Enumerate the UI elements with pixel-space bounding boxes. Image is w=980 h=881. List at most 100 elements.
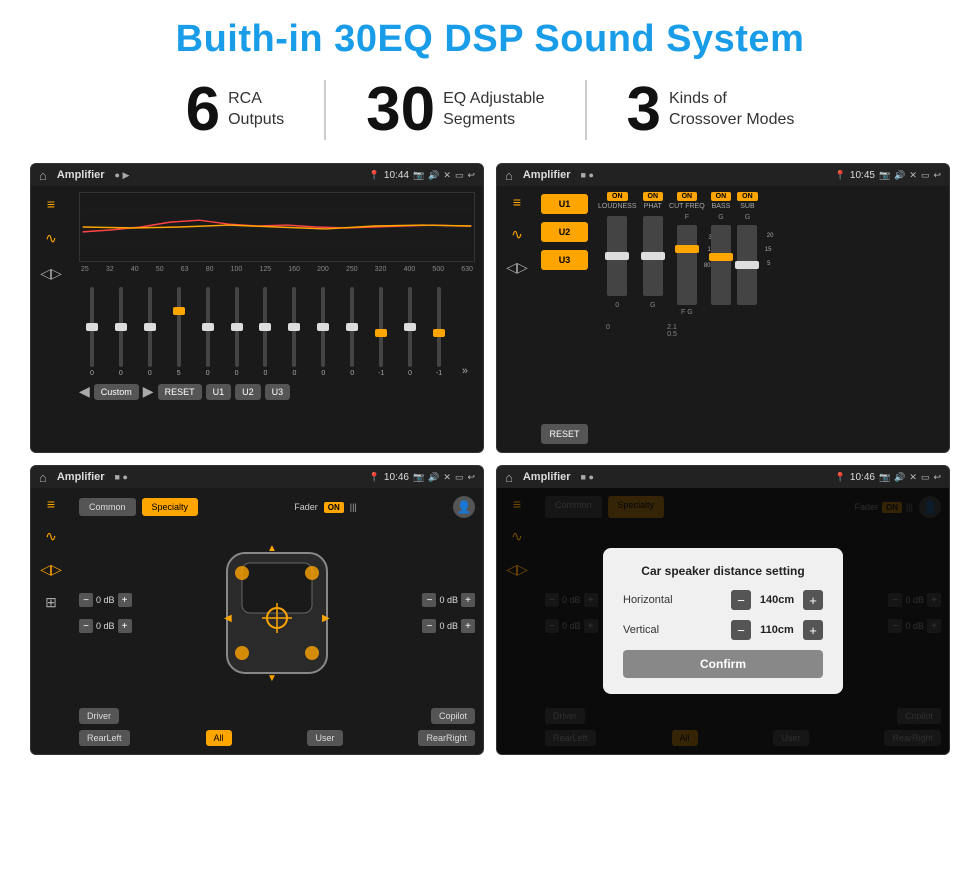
vertical-minus-btn[interactable]: −: [731, 620, 751, 640]
amp-reset-btn[interactable]: RESET: [541, 424, 588, 444]
rearleft-btn[interactable]: RearLeft: [79, 730, 130, 746]
wave-icon[interactable]: ∿: [45, 230, 57, 247]
eq-slider-5[interactable]: 0: [195, 287, 221, 377]
dialog-vertical-label: Vertical: [623, 624, 659, 636]
screenshots-grid: ⌂ Amplifier ● ▶ 📍 10:44 📷 🔊 ✕ ▭ ↩ ≡ ∿ ◁▷: [30, 163, 950, 755]
stat-crossover-number: 3: [627, 79, 661, 141]
screen-eq: ⌂ Amplifier ● ▶ 📍 10:44 📷 🔊 ✕ ▭ ↩ ≡ ∿ ◁▷: [30, 163, 484, 453]
vol-rl-plus[interactable]: +: [118, 619, 132, 633]
eq-slider-8[interactable]: 0: [281, 287, 307, 377]
amp-u3-btn[interactable]: U3: [541, 250, 588, 270]
eq-u3-btn[interactable]: U3: [265, 384, 291, 400]
user-btn[interactable]: User: [307, 730, 342, 746]
eq-slider-3[interactable]: 0: [137, 287, 163, 377]
amp-wave-icon[interactable]: ∿: [511, 226, 523, 243]
screen1-title: Amplifier: [57, 169, 105, 181]
cutfreq-on-badge[interactable]: ON: [677, 192, 698, 201]
eq-slider-9[interactable]: 0: [310, 287, 336, 377]
screen2-title: Amplifier: [523, 169, 571, 181]
amp-u2-btn[interactable]: U2: [541, 222, 588, 242]
home-icon: ⌂: [39, 168, 47, 183]
stat-rca: 6 RCAOutputs: [146, 79, 325, 141]
vol-rl-val: 0 dB: [96, 621, 115, 631]
knob-bass: ON BASS G 3.0 90Hz 70Hz: [711, 192, 732, 316]
spec-eq-icon[interactable]: ≡: [47, 496, 55, 512]
stat-eq-label: EQ AdjustableSegments: [443, 89, 544, 131]
amp-eq-icon[interactable]: ≡: [513, 194, 521, 210]
eq-freq-labels: 253240 506380 100125160 200250320 400500…: [79, 266, 475, 273]
tab-common[interactable]: Common: [79, 498, 136, 516]
prev-icon[interactable]: ◀: [79, 383, 90, 400]
eq-icon[interactable]: ≡: [47, 196, 55, 212]
screen2-back-icon: ↩: [933, 170, 941, 181]
vol-rr-minus[interactable]: −: [422, 619, 436, 633]
profile-icon[interactable]: 👤: [453, 496, 475, 518]
screen3-close-icon: ✕: [443, 472, 451, 483]
eq-reset-btn[interactable]: RESET: [158, 384, 202, 400]
tab-specialty[interactable]: Specialty: [142, 498, 199, 516]
eq-slider-13[interactable]: -1: [426, 287, 452, 377]
driver-btn[interactable]: Driver: [79, 708, 119, 724]
amp-spk-icon[interactable]: ◁▷: [506, 259, 528, 276]
play-icon[interactable]: ▶: [143, 383, 154, 400]
eq-slider-2[interactable]: 0: [108, 287, 134, 377]
right-vol-controls: − 0 dB + − 0 dB +: [422, 593, 475, 633]
vol-rr-plus[interactable]: +: [461, 619, 475, 633]
vertical-plus-btn[interactable]: +: [803, 620, 823, 640]
confirm-btn[interactable]: Confirm: [623, 650, 823, 678]
eq-slider-10[interactable]: 0: [339, 287, 365, 377]
vol-fr-plus[interactable]: +: [461, 593, 475, 607]
bass-label: BASS: [712, 203, 731, 210]
window-icon: ▭: [455, 170, 464, 181]
all-btn[interactable]: All: [206, 730, 232, 746]
screen2-statusbar: ⌂ Amplifier ■ ● 📍 10:45 📷 🔊 ✕ ▭ ↩: [497, 164, 949, 186]
screen4-body: ≡ ∿ ◁▷ Common Specialty Fader ON |||: [497, 488, 949, 754]
volume-icon: 🔊: [428, 170, 439, 181]
screen3-title: Amplifier: [57, 471, 105, 483]
left-vol-controls: − 0 dB + − 0 dB +: [79, 593, 132, 633]
phat-on-badge[interactable]: ON: [643, 192, 664, 201]
vol-fl-minus[interactable]: −: [79, 593, 93, 607]
screen4-back-icon: ↩: [933, 472, 941, 483]
stats-row: 6 RCAOutputs 30 EQ AdjustableSegments 3 …: [30, 79, 950, 141]
spec-expand-icon[interactable]: ⊞: [45, 594, 57, 611]
eq-slider-1[interactable]: 0: [79, 287, 105, 377]
eq-slider-6[interactable]: 0: [224, 287, 250, 377]
screen4-home-icon: ⌂: [505, 470, 513, 485]
spec-bottom-row1: Driver Copilot: [79, 708, 475, 724]
speaker-icon[interactable]: ◁▷: [40, 265, 62, 282]
screen4-close-icon: ✕: [909, 472, 917, 483]
eq-slider-11[interactable]: -1: [368, 287, 394, 377]
screen4-dots: ■ ●: [581, 472, 594, 482]
fader-on-badge[interactable]: ON: [324, 502, 344, 513]
screen1-body: ≡ ∿ ◁▷: [31, 186, 483, 452]
amp-u1-btn[interactable]: U1: [541, 194, 588, 214]
eq-u1-btn[interactable]: U1: [206, 384, 232, 400]
vol-fr-minus[interactable]: −: [422, 593, 436, 607]
spec-wave-icon[interactable]: ∿: [45, 528, 57, 545]
eq-slider-7[interactable]: 0: [253, 287, 279, 377]
screen-amp: ⌂ Amplifier ■ ● 📍 10:45 📷 🔊 ✕ ▭ ↩ ≡ ∿ ◁▷: [496, 163, 950, 453]
eq-u2-btn[interactable]: U2: [235, 384, 261, 400]
vol-rl: − 0 dB +: [79, 619, 132, 633]
spec-spk-icon[interactable]: ◁▷: [40, 561, 62, 578]
stat-rca-number: 6: [186, 79, 220, 141]
copilot-btn[interactable]: Copilot: [431, 708, 475, 724]
horizontal-value: 140cm: [757, 594, 797, 606]
eq-slider-4[interactable]: 5: [166, 287, 192, 377]
eq-custom-btn[interactable]: Custom: [94, 384, 139, 400]
bass-on-badge[interactable]: ON: [711, 192, 732, 201]
screen3-home-icon: ⌂: [39, 470, 47, 485]
vol-rl-minus[interactable]: −: [79, 619, 93, 633]
eq-slider-12[interactable]: 0: [397, 287, 423, 377]
screen2-window-icon: ▭: [921, 170, 930, 181]
horizontal-plus-btn[interactable]: +: [803, 590, 823, 610]
loudness-on-badge[interactable]: ON: [607, 192, 628, 201]
screen4-statusbar: ⌂ Amplifier ■ ● 📍 10:46 📷 🔊 ✕ ▭ ↩: [497, 466, 949, 488]
horizontal-minus-btn[interactable]: −: [731, 590, 751, 610]
cutfreq-label: CUT FREQ: [669, 203, 705, 210]
spec-bottom-row2: RearLeft All User RearRight: [79, 730, 475, 746]
rearright-btn[interactable]: RearRight: [418, 730, 475, 746]
sub-on-badge[interactable]: ON: [737, 192, 758, 201]
vol-fl-plus[interactable]: +: [118, 593, 132, 607]
